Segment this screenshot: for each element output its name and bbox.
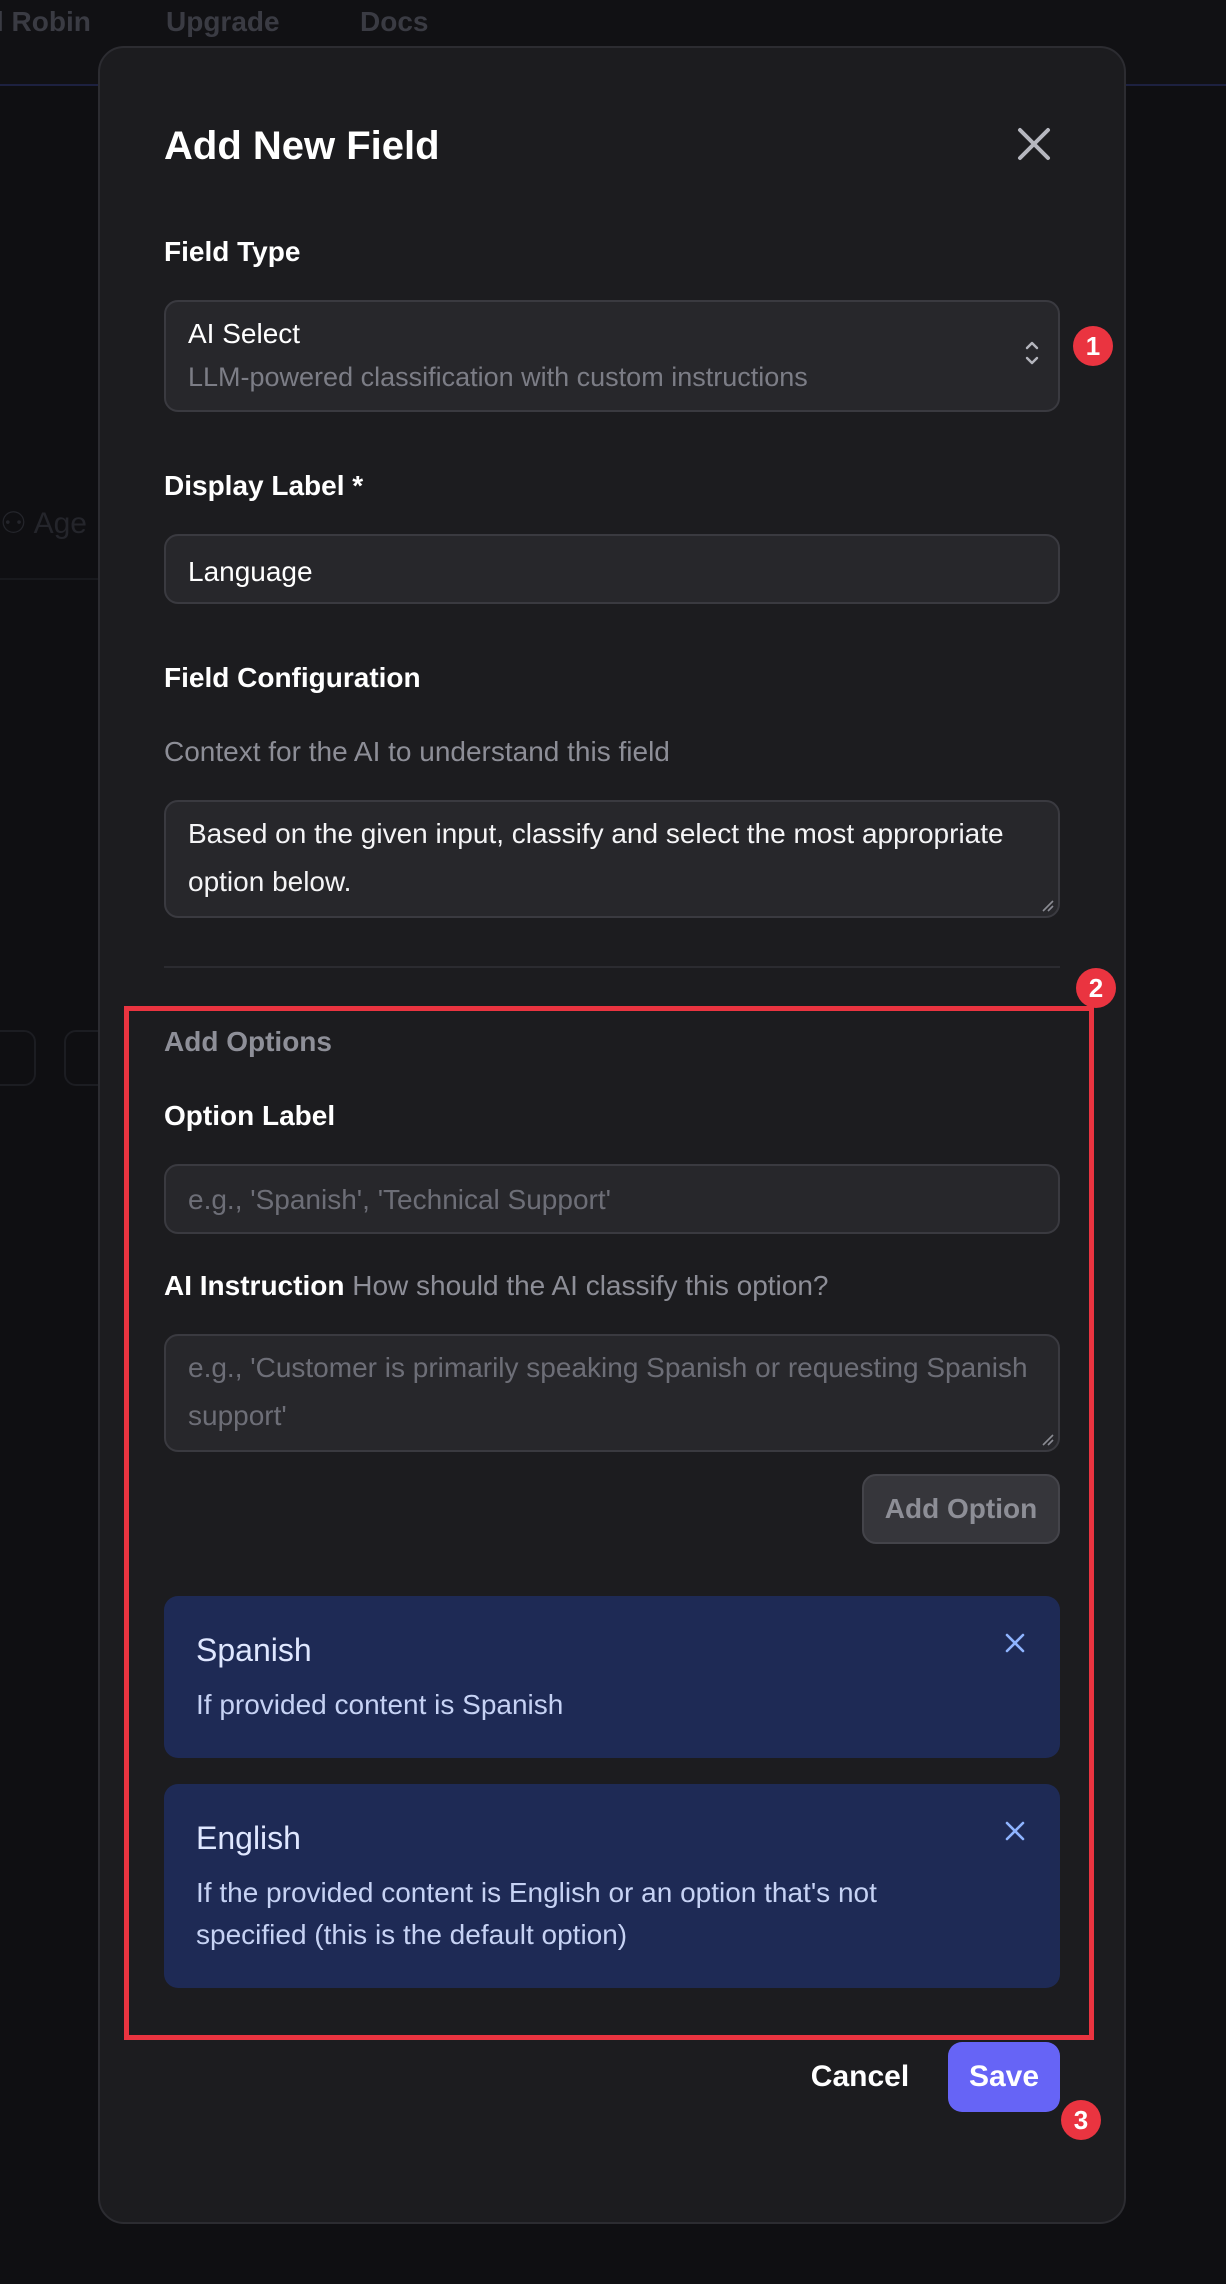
field-configuration-textarea[interactable]: Based on the given input, classify and s… bbox=[164, 800, 1060, 918]
field-type-select[interactable]: AI Select LLM-powered classification wit… bbox=[164, 300, 1060, 412]
background-nav-item: Docs bbox=[360, 6, 429, 37]
field-type-description: LLM-powered classification with custom i… bbox=[188, 362, 808, 392]
display-label-input[interactable]: Language bbox=[164, 534, 1060, 604]
background-edit-button bbox=[0, 1030, 36, 1086]
chevron-up-down-icon bbox=[1025, 341, 1039, 365]
field-type-label: Field Type bbox=[164, 236, 301, 267]
annotation-badge: 3 bbox=[1061, 2100, 1101, 2140]
field-configuration-hint: Context for the AI to understand this fi… bbox=[164, 736, 670, 767]
field-configuration-value: Based on the given input, classify and s… bbox=[188, 818, 1004, 897]
annotation-badge: 2 bbox=[1076, 968, 1116, 1008]
annotation-badge: 1 bbox=[1073, 326, 1113, 366]
background-nav-item: Upgrade bbox=[166, 6, 280, 37]
display-label-label: Display Label * bbox=[164, 470, 364, 501]
close-icon[interactable] bbox=[1014, 124, 1054, 164]
cancel-button[interactable]: Cancel bbox=[790, 2042, 930, 2112]
field-type-value: AI Select bbox=[188, 318, 301, 349]
modal-title: Add New Field bbox=[164, 124, 440, 168]
background-nav-item: l Robin bbox=[0, 6, 91, 37]
resize-handle-icon[interactable] bbox=[1040, 898, 1054, 912]
annotation-highlight-box bbox=[124, 1006, 1094, 2040]
save-button[interactable]: Save bbox=[948, 2042, 1060, 2112]
background-faint-text: ⚇ Age bbox=[0, 507, 87, 540]
field-configuration-label: Field Configuration bbox=[164, 662, 421, 693]
background-divider bbox=[0, 578, 98, 580]
display-label-value: Language bbox=[188, 556, 313, 587]
section-divider bbox=[164, 966, 1060, 968]
